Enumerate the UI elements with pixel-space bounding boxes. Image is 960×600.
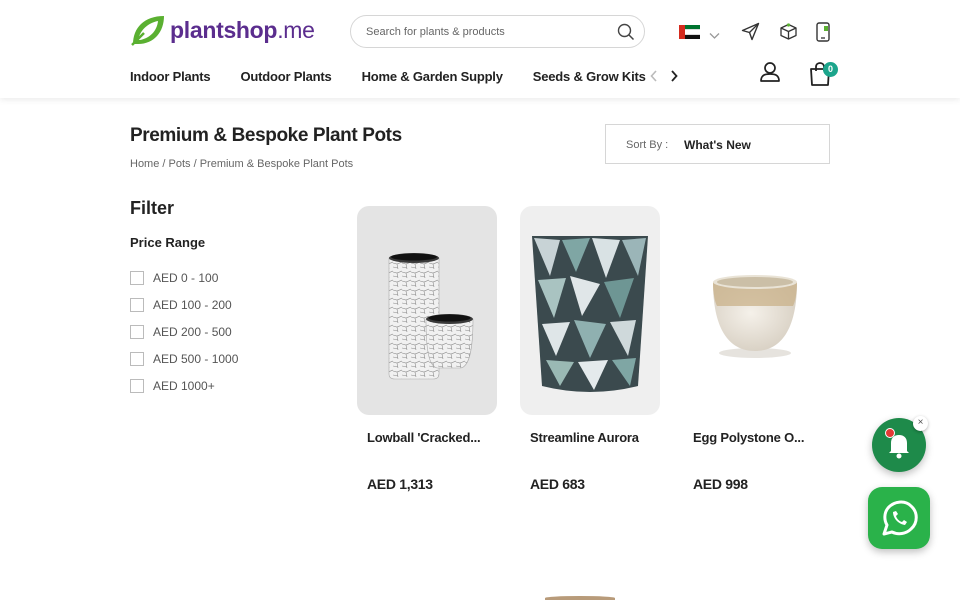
mobile-app-icon[interactable] [815,22,831,47]
breadcrumb-home[interactable]: Home [130,158,159,170]
gift-box-icon[interactable] [779,22,798,46]
product-card[interactable]: Egg Polystone O... AED 998 [683,206,824,492]
breadcrumb: Home / Pots / Premium & Bespoke Plant Po… [130,158,353,170]
price-range-checkbox[interactable] [130,378,144,393]
notification-dot [885,428,895,438]
product-image[interactable] [520,206,660,415]
product-name[interactable]: Egg Polystone O... [693,430,823,445]
logo-tld: .me [277,16,315,43]
main-nav: Indoor Plants Outdoor Plants Home & Gard… [130,69,676,84]
product-card[interactable]: Lowball 'Cracked... AED 1,313 [357,206,498,492]
uae-flag-icon[interactable] [679,25,700,39]
filter-title: Filter [130,198,175,218]
price-range-checkbox[interactable] [130,351,144,366]
search-icon[interactable] [617,23,635,46]
chevron-left-icon[interactable] [650,70,658,85]
nav-item-indoor-plants[interactable]: Indoor Plants [130,69,211,84]
breadcrumb-current: Premium & Bespoke Plant Pots [199,158,354,170]
price-range-checkbox[interactable] [130,324,144,339]
product-image[interactable] [357,206,497,415]
close-icon[interactable]: × [913,416,928,431]
nav-item-seeds-grow-kits[interactable]: Seeds & Grow Kits [533,69,646,84]
page-title: Premium & Bespoke Plant Pots [130,125,402,146]
whatsapp-icon [882,500,918,536]
chevron-right-icon[interactable] [670,70,678,85]
send-icon[interactable] [741,22,760,46]
price-range-label: AED 1000+ [153,378,215,393]
leaf-logo-icon [131,16,164,46]
nav-item-home-garden-supply[interactable]: Home & Garden Supply [362,69,503,84]
cart-count-badge: 0 [823,62,838,77]
search-box [350,15,645,48]
price-range-label: AED 100 - 200 [153,297,232,312]
logo-name: plantshop [170,16,278,43]
price-range-checkbox[interactable] [130,270,144,285]
product-price: AED 998 [693,476,748,492]
sort-label: Sort By : [626,139,669,151]
product-card[interactable]: Streamline Aurora AED 683 [520,206,661,492]
product-price: AED 683 [530,476,585,492]
price-range-checkbox[interactable] [130,297,144,312]
price-range-option[interactable]: AED 500 - 1000 [130,345,238,372]
sort-dropdown[interactable]: Sort By : What's New [605,124,830,164]
product-image[interactable] [683,206,823,415]
nav-item-outdoor-plants[interactable]: Outdoor Plants [240,69,331,84]
search-input[interactable] [366,23,606,41]
breadcrumb-separator: / [159,158,169,170]
price-range-option[interactable]: AED 100 - 200 [130,291,238,318]
site-logo[interactable]: plantshop.me [130,14,315,46]
price-range-option[interactable]: AED 0 - 100 [130,264,238,291]
product-price: AED 1,313 [367,476,433,492]
product-name[interactable]: Lowball 'Cracked... [367,430,497,445]
logo-text: plantshop.me [170,17,315,44]
site-header: plantshop.me Indoor Plants Outdoor Plant… [0,0,960,98]
price-range-label: AED 500 - 1000 [153,351,239,366]
breadcrumb-separator: / [190,158,200,170]
next-product-image-hint [545,596,615,600]
price-range-title: Price Range [130,235,206,250]
chevron-down-icon[interactable] [709,27,720,45]
user-icon[interactable] [759,61,781,88]
breadcrumb-pots[interactable]: Pots [169,158,191,170]
price-range-label: AED 200 - 500 [153,324,232,339]
sort-value: What's New [684,138,751,152]
whatsapp-chat-button[interactable] [868,487,930,549]
price-range-label: AED 0 - 100 [153,270,219,285]
price-range-option[interactable]: AED 1000+ [130,372,238,399]
price-range-option[interactable]: AED 200 - 500 [130,318,238,345]
price-range-list: AED 0 - 100 AED 100 - 200 AED 200 - 500 … [130,264,238,399]
product-name[interactable]: Streamline Aurora [530,430,660,445]
